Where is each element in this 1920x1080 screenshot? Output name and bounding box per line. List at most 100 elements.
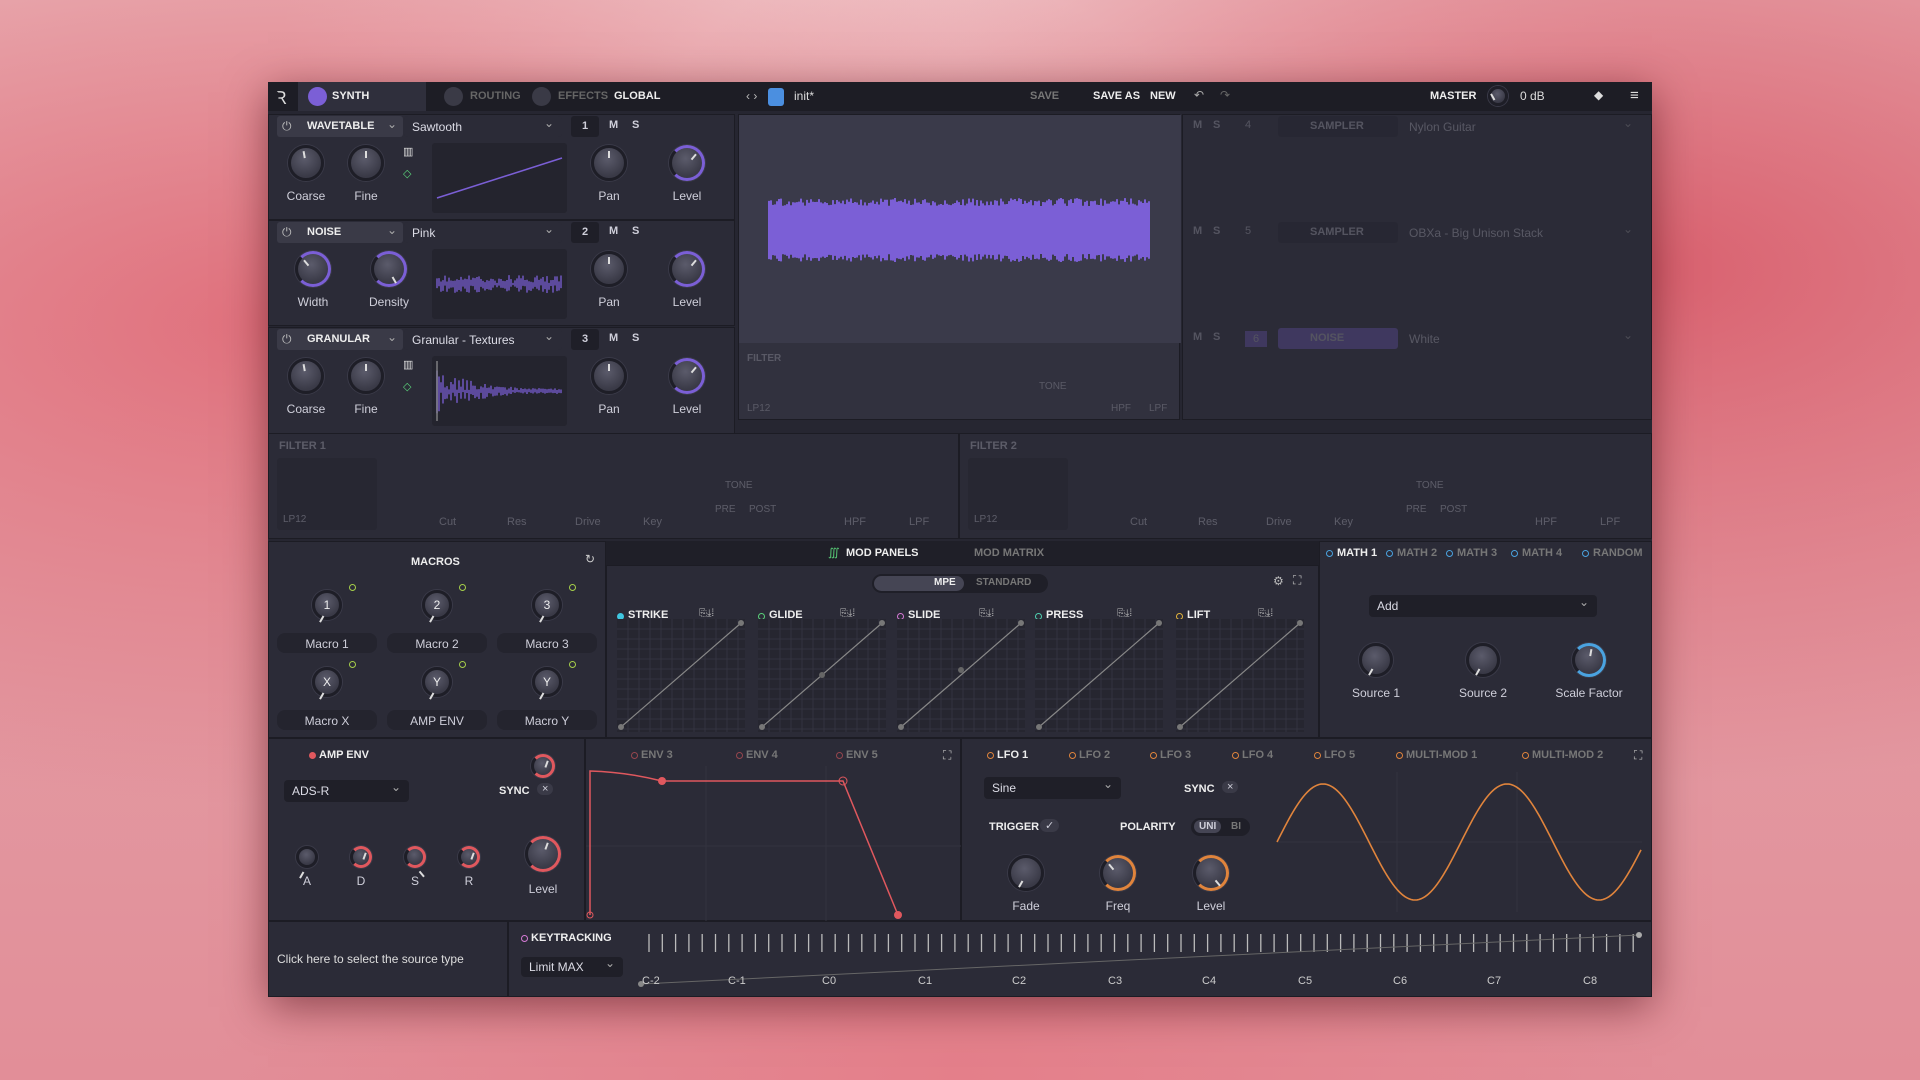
solo-button[interactable]: S: [632, 225, 639, 237]
save-button[interactable]: SAVE: [1030, 90, 1059, 102]
macro-knob[interactable]: Y: [422, 667, 452, 697]
mpe-panel-tools[interactable]: ⎘⤓⁞: [699, 608, 714, 619]
adsr-knob[interactable]: [350, 846, 372, 868]
power-icon[interactable]: ⏻: [282, 119, 292, 134]
level-knob[interactable]: [669, 251, 705, 287]
preset-browser-icon[interactable]: [768, 88, 784, 106]
expand-icon[interactable]: ⛶: [943, 748, 951, 763]
tab-lfo-5[interactable]: LFO 5: [1324, 749, 1355, 761]
redo-icon[interactable]: ↷: [1220, 88, 1230, 102]
pan-knob[interactable]: [591, 358, 627, 394]
tab-lfo-6[interactable]: MULTI-MOD 1: [1406, 749, 1477, 761]
macro-knob[interactable]: X: [312, 667, 342, 697]
osc-type-selector[interactable]: SAMPLER: [1278, 222, 1398, 243]
tab-math-5[interactable]: RANDOM: [1593, 547, 1643, 559]
osc-knob[interactable]: [288, 358, 324, 394]
tab-math-2[interactable]: MATH 2: [1397, 547, 1437, 559]
env-level-knob[interactable]: [525, 836, 561, 872]
env-time-knob[interactable]: [531, 754, 555, 778]
osc-knob[interactable]: [348, 358, 384, 394]
osc-knob[interactable]: [295, 251, 331, 287]
preset-name[interactable]: init*: [794, 89, 814, 103]
tab-env-4[interactable]: ENV 4: [746, 749, 778, 761]
adsr-knob[interactable]: [296, 846, 318, 868]
osc-source-dropdown[interactable]: Pink: [404, 222, 562, 243]
macro-knob[interactable]: 2: [422, 590, 452, 620]
lfo-shape-dropdown[interactable]: Sine: [984, 777, 1121, 799]
tab-global[interactable]: GLOBAL: [606, 82, 664, 111]
tab-synth[interactable]: SYNTH: [298, 82, 426, 111]
trigger-toggle[interactable]: ✓: [1040, 819, 1059, 832]
master-volume-knob[interactable]: [1488, 86, 1508, 106]
amp-env-title[interactable]: AMP ENV: [319, 749, 369, 761]
osc-source-dropdown[interactable]: OBXa - Big Unison Stack: [1401, 222, 1641, 243]
math-knob[interactable]: [1466, 643, 1500, 677]
osc-source-dropdown[interactable]: Sawtooth: [404, 116, 562, 137]
lfo-sync-toggle[interactable]: ×: [1222, 781, 1238, 793]
new-button[interactable]: NEW: [1150, 90, 1176, 102]
osc-type-selector[interactable]: NOISE: [1278, 328, 1398, 349]
tab-env-3[interactable]: ENV 3: [641, 749, 673, 761]
mpe-panel-tools[interactable]: ⎘⤓⁞: [1117, 608, 1132, 619]
standard-option[interactable]: STANDARD: [976, 577, 1031, 588]
osc-type-selector[interactable]: ⏻ GRANULAR ⌄: [277, 329, 403, 350]
level-knob[interactable]: [669, 358, 705, 394]
menu-icon[interactable]: ≡: [1630, 87, 1639, 104]
osc-source-dropdown[interactable]: Granular - Textures: [404, 329, 562, 350]
mpe-panel-tools[interactable]: ⎘⤓⁞: [1258, 608, 1273, 619]
tab-lfo-3[interactable]: LFO 3: [1160, 749, 1191, 761]
power-icon[interactable]: ⏻: [282, 225, 292, 240]
tab-mod-panels[interactable]: MOD PANELS: [846, 547, 919, 559]
power-icon[interactable]: ⏻: [282, 332, 292, 347]
tab-math-4[interactable]: MATH 4: [1522, 547, 1562, 559]
osc-knob[interactable]: [288, 145, 324, 181]
mute-button[interactable]: M: [609, 332, 618, 344]
tab-mod-matrix[interactable]: MOD MATRIX: [974, 547, 1044, 559]
lfo-knob[interactable]: [1193, 855, 1229, 891]
mpe-panel-tools[interactable]: ⎘⤓⁞: [840, 608, 855, 619]
tab-lfo-4[interactable]: LFO 4: [1242, 749, 1273, 761]
mpe-panel-tools[interactable]: ⎘⤓⁞: [979, 608, 994, 619]
adsr-knob[interactable]: [458, 846, 480, 868]
tab-lfo-1[interactable]: LFO 1: [997, 749, 1028, 761]
solo-button[interactable]: S: [632, 332, 639, 344]
math-knob[interactable]: [1359, 643, 1393, 677]
preset-diamond-icon[interactable]: ◆: [1594, 88, 1603, 102]
source-hint[interactable]: Click here to select the source type: [277, 952, 464, 966]
save-as-button[interactable]: SAVE AS: [1093, 90, 1140, 102]
tab-lfo-2[interactable]: LFO 2: [1079, 749, 1110, 761]
macro-knob[interactable]: 3: [532, 590, 562, 620]
reset-icon[interactable]: ↻: [585, 552, 595, 566]
osc-source-dropdown[interactable]: Nylon Guitar: [1401, 116, 1641, 137]
osc-source-dropdown[interactable]: White: [1401, 328, 1641, 349]
polarity-toggle[interactable]: UNI BI: [1191, 818, 1250, 836]
macro-knob[interactable]: 1: [312, 590, 342, 620]
undo-icon[interactable]: ↶: [1194, 88, 1204, 102]
pan-knob[interactable]: [591, 145, 627, 181]
solo-button[interactable]: S: [632, 119, 639, 131]
lfo-knob[interactable]: [1008, 855, 1044, 891]
tab-lfo-7[interactable]: MULTI-MOD 2: [1532, 749, 1603, 761]
bi-option[interactable]: BI: [1231, 821, 1241, 832]
adsr-knob[interactable]: [404, 846, 426, 868]
mpe-option[interactable]: MPE: [934, 577, 956, 588]
tab-math-3[interactable]: MATH 3: [1457, 547, 1497, 559]
osc-knob[interactable]: [348, 145, 384, 181]
tab-math-1[interactable]: MATH 1: [1337, 547, 1377, 559]
uni-option[interactable]: UNI: [1194, 820, 1221, 833]
tab-env-5[interactable]: ENV 5: [846, 749, 878, 761]
osc-type-selector[interactable]: ⏻ NOISE ⌄: [277, 222, 403, 243]
settings-gear-icon[interactable]: ⚙: [1273, 574, 1284, 588]
math-knob[interactable]: [1572, 643, 1606, 677]
osc-knob[interactable]: [371, 251, 407, 287]
pan-knob[interactable]: [591, 251, 627, 287]
expand-icon[interactable]: ⛶: [1293, 573, 1301, 588]
macro-knob[interactable]: Y: [532, 667, 562, 697]
osc-type-selector[interactable]: ⏻ WAVETABLE ⌄: [277, 116, 403, 137]
mute-button[interactable]: M: [609, 119, 618, 131]
env-mode-dropdown[interactable]: ADS-R: [284, 780, 409, 802]
math-operation-dropdown[interactable]: Add: [1369, 595, 1597, 617]
mute-button[interactable]: M: [609, 225, 618, 237]
sync-toggle[interactable]: ×: [537, 783, 553, 795]
source-type-selector[interactable]: Click here to select the source type: [268, 921, 508, 997]
